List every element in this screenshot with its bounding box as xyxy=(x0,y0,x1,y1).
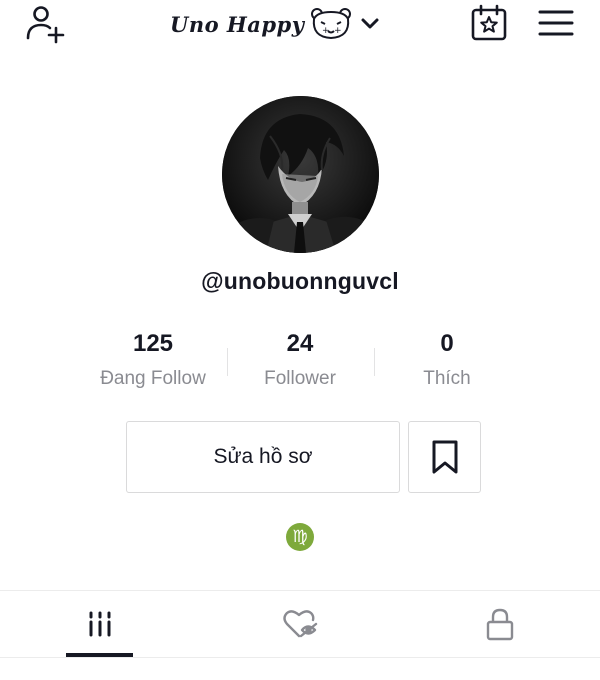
following-stat[interactable]: 125 Đang Follow xyxy=(80,328,226,394)
videos-grid-icon xyxy=(89,611,111,637)
bookmarks-button[interactable] xyxy=(408,421,481,493)
svg-text:+: + xyxy=(334,26,342,36)
edit-profile-button[interactable]: Sửa hồ sơ xyxy=(126,421,400,493)
virgo-icon: ♍ xyxy=(292,526,308,547)
followers-count: 24 xyxy=(286,330,314,357)
tab-bar-bottom-divider xyxy=(0,657,600,658)
calendar-star-icon[interactable] xyxy=(470,4,508,42)
liked-hidden-icon xyxy=(283,610,318,638)
tab-liked[interactable] xyxy=(200,592,400,656)
likes-label: Thích xyxy=(423,368,471,389)
username: @unobuonnguvcl xyxy=(201,268,399,294)
lock-icon xyxy=(486,608,514,641)
followers-stat[interactable]: 24 Follower xyxy=(227,328,373,394)
add-user-icon[interactable] xyxy=(24,4,66,44)
likes-count: 0 xyxy=(440,330,454,357)
bear-face-icon: + + xyxy=(311,8,352,39)
bookmark-icon xyxy=(432,440,457,474)
account-switcher[interactable]: Uno Happy + + xyxy=(170,4,382,44)
zodiac-badge: ♍ xyxy=(286,523,314,551)
display-name: Uno Happy xyxy=(170,11,305,37)
chevron-down-icon xyxy=(361,18,379,29)
tab-videos[interactable] xyxy=(0,592,200,656)
following-label: Đang Follow xyxy=(100,368,206,389)
likes-stat[interactable]: 0 Thích xyxy=(374,328,520,394)
avatar[interactable] xyxy=(222,96,379,253)
top-bar: Uno Happy + + xyxy=(0,0,600,50)
following-count: 125 xyxy=(132,330,174,357)
followers-label: Follower xyxy=(264,368,336,389)
tab-private[interactable] xyxy=(400,592,600,656)
avatar-image xyxy=(222,96,379,253)
profile-stats: 125 Đang Follow 24 Follower 0 Thích xyxy=(80,328,520,398)
hamburger-menu-icon[interactable] xyxy=(537,7,575,39)
tab-bar-divider xyxy=(0,590,600,591)
